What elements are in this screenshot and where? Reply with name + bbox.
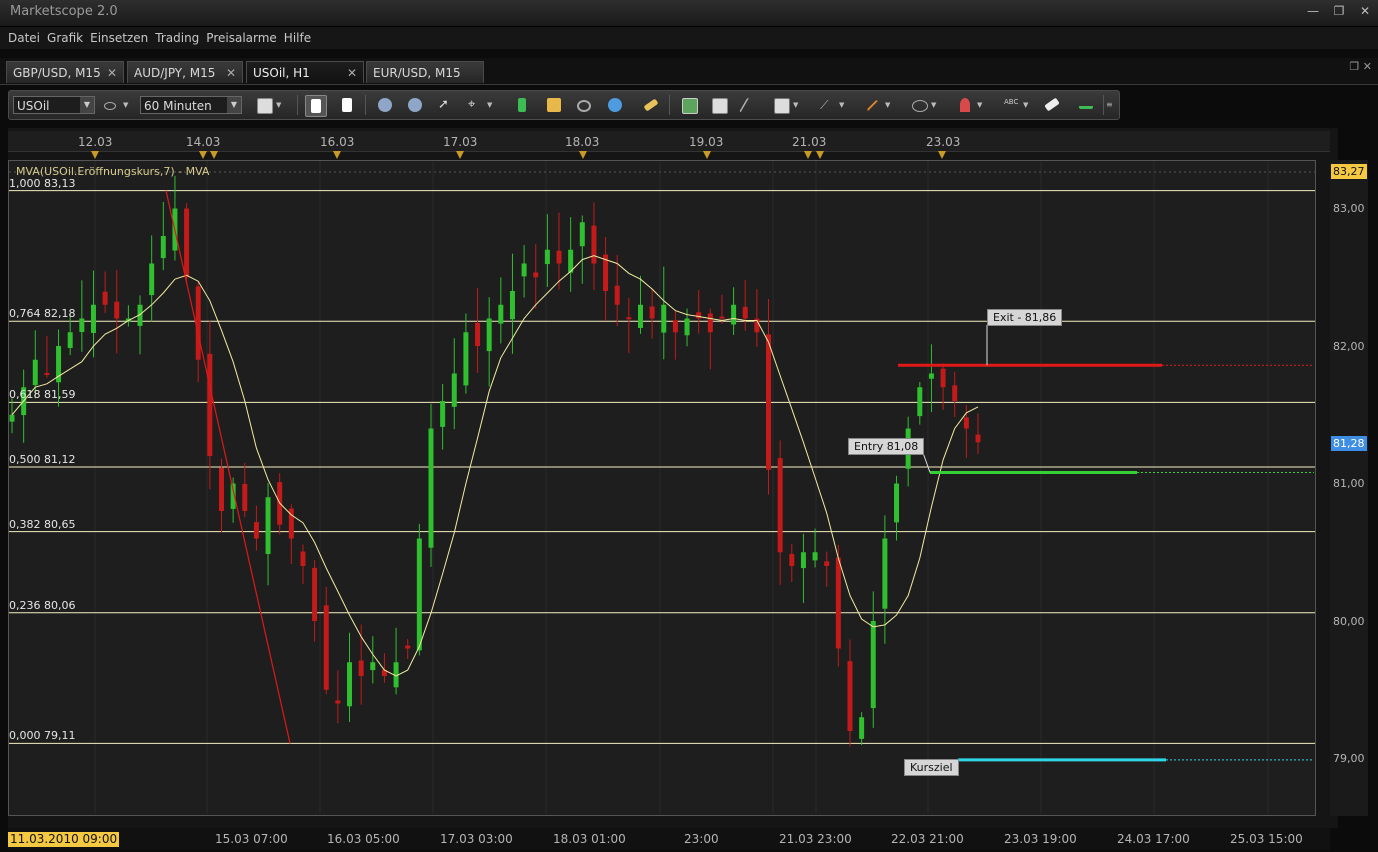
candle [90,304,96,333]
candle [67,332,73,348]
candle [79,318,85,333]
candle [707,313,713,333]
candle [847,661,853,731]
candle [917,387,923,417]
candle [591,225,597,264]
target-label[interactable]: Kursziel [904,759,959,776]
candle [32,359,38,386]
chart-canvas [9,151,1315,814]
candle [149,263,155,296]
candle [614,285,620,305]
date-marker-icon [91,151,99,159]
candle [637,304,643,328]
candle [696,312,702,319]
candle [323,605,329,690]
candle [451,373,457,407]
date-marker-icon [210,151,218,159]
candle [952,385,958,401]
candle [218,467,224,511]
candle [533,272,539,278]
fib-level-label: 0,382 80,65 [9,518,76,531]
candle [509,291,515,320]
candle [486,318,492,352]
date-marker-icon [816,151,824,159]
date-marker-icon [804,151,812,159]
candle [800,552,806,569]
candle [544,249,550,265]
candle [824,561,830,566]
date-marker-icon [579,151,587,159]
candle [882,538,888,609]
candle [114,301,120,319]
candle [195,286,201,360]
candle [207,353,213,456]
date-marker-icon [199,151,207,159]
candle [579,222,585,247]
candle [928,373,934,379]
candle [242,483,248,511]
fib-level-label: 0,618 81,59 [9,388,76,401]
date-marker-icon [333,151,341,159]
candle [521,263,527,277]
candle [440,401,446,427]
candle [777,458,783,553]
candle [347,662,353,707]
candle [463,332,469,386]
exit-order-label[interactable]: Exit - 81,86 [987,309,1063,326]
candle [300,551,306,566]
candle [626,317,632,320]
candle [894,483,900,523]
candle [812,552,818,561]
candle [661,304,667,333]
candle [265,497,271,554]
candle [556,250,562,264]
candle [963,417,969,429]
candle [184,208,190,278]
fib-level-label: 0,500 81,12 [9,453,76,466]
entry-order-label[interactable]: Entry 81,08 [848,438,925,455]
candle [475,322,481,346]
candle [358,660,364,676]
date-marker-icon [938,151,946,159]
candle [370,662,376,671]
candle [9,414,15,422]
candle [789,553,795,566]
candle [742,306,748,319]
candle [416,538,422,651]
candle [859,717,865,739]
candle [498,304,504,324]
candle [975,434,981,443]
date-marker-icon [456,151,464,159]
candle [672,320,678,333]
candle [160,236,166,259]
candle [335,700,341,704]
candle [253,522,259,539]
fib-level-label: 0,764 82,18 [9,307,76,320]
candle [719,316,725,319]
candle [684,318,690,336]
date-marker-icon [703,151,711,159]
candle [649,306,655,319]
candle [766,334,772,470]
candle [731,304,737,325]
candle [44,372,50,375]
candle [870,621,876,709]
candle [312,567,318,621]
fib-level-label: 1,000 83,13 [9,177,76,190]
candle [940,368,946,388]
candle [405,645,411,649]
candle [102,291,108,305]
fib-level-label: 0,000 79,11 [9,729,76,742]
fib-level-label: 0,236 80,06 [9,599,76,612]
candle [428,428,434,548]
candle [835,557,841,649]
